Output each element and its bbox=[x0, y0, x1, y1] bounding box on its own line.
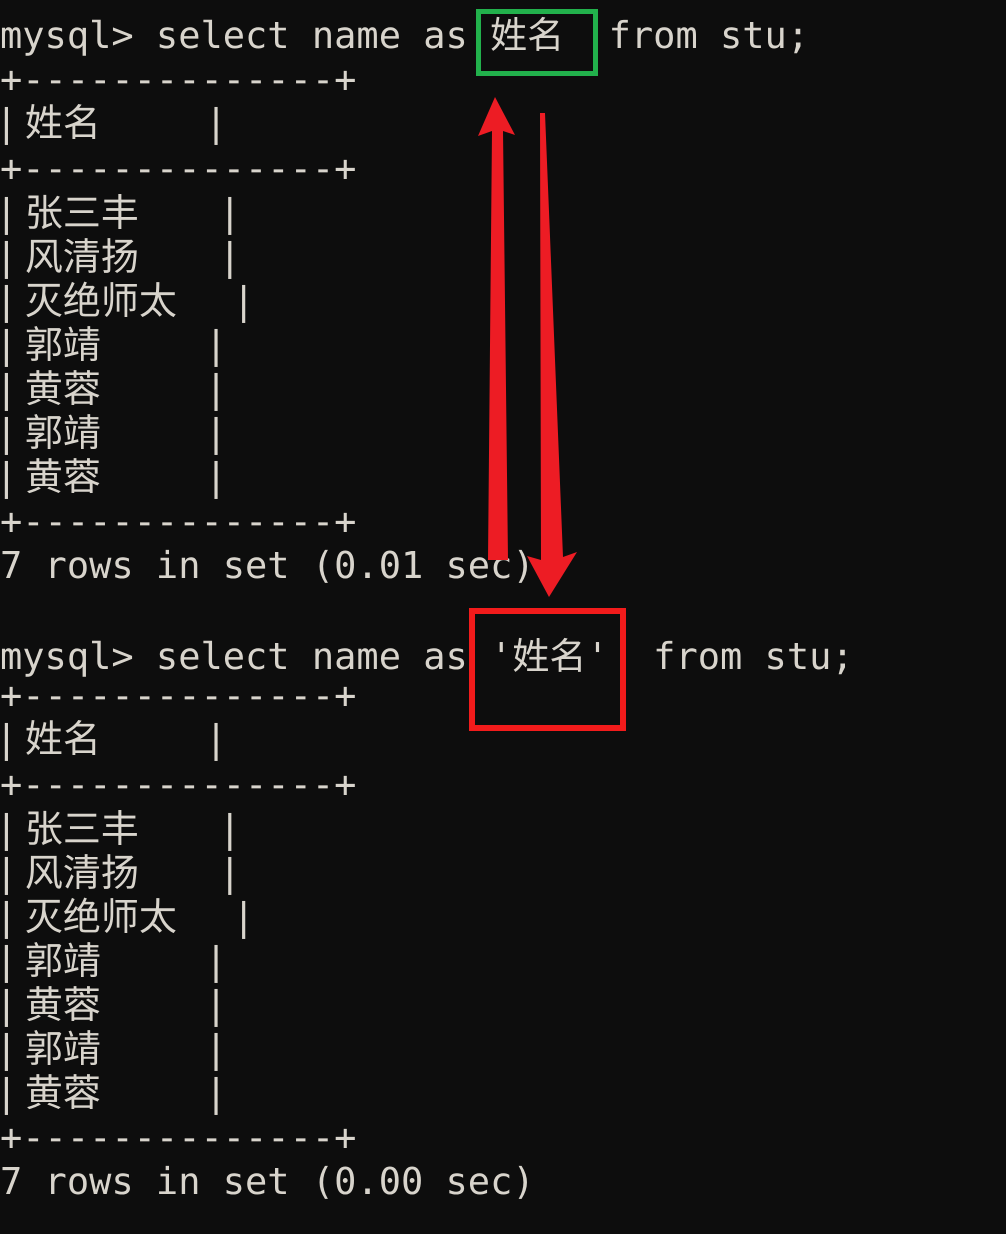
command-line-1: mysql> select name as 姓名 from stu; bbox=[0, 14, 810, 57]
table-1-header-row: | 姓名 | bbox=[0, 101, 223, 145]
table-2-header-row: | 姓名 | bbox=[0, 717, 223, 761]
table-row: | 风清扬 | bbox=[0, 235, 237, 279]
table-row: | 风清扬 | bbox=[0, 851, 237, 895]
table-2-border-top: +--------------+ bbox=[0, 674, 357, 717]
table-row: | 郭靖 | bbox=[0, 411, 223, 455]
table-row: | 郭靖 | bbox=[0, 323, 223, 367]
table-1-border-bottom: +--------------+ bbox=[0, 500, 357, 543]
table-2-border-bottom: +--------------+ bbox=[0, 1116, 357, 1159]
result-status-1: 7 rows in set (0.01 sec) bbox=[0, 544, 535, 587]
result-status-2: 7 rows in set (0.00 sec) bbox=[0, 1160, 535, 1203]
table-row: | 张三丰 | bbox=[0, 807, 237, 851]
table-row: | 黄蓉 | bbox=[0, 983, 223, 1027]
table-row: | 黄蓉 | bbox=[0, 455, 223, 499]
table-row: | 灭绝师太 | bbox=[0, 279, 251, 323]
terminal-window: mysql> select name as 姓名 from stu; +----… bbox=[0, 0, 1006, 1234]
table-row: | 郭靖 | bbox=[0, 939, 223, 983]
table-row: | 黄蓉 | bbox=[0, 1071, 223, 1115]
command-line-2: mysql> select name as '姓名' from stu; bbox=[0, 635, 854, 678]
arrow-down-icon bbox=[527, 113, 577, 597]
arrow-up-icon bbox=[478, 97, 515, 560]
table-row: | 张三丰 | bbox=[0, 191, 237, 235]
table-row: | 黄蓉 | bbox=[0, 367, 223, 411]
table-1-border-top: +--------------+ bbox=[0, 58, 357, 101]
table-row: | 灭绝师太 | bbox=[0, 895, 251, 939]
table-2-border-middle: +--------------+ bbox=[0, 763, 357, 806]
table-1-border-middle: +--------------+ bbox=[0, 147, 357, 190]
table-row: | 郭靖 | bbox=[0, 1027, 223, 1071]
